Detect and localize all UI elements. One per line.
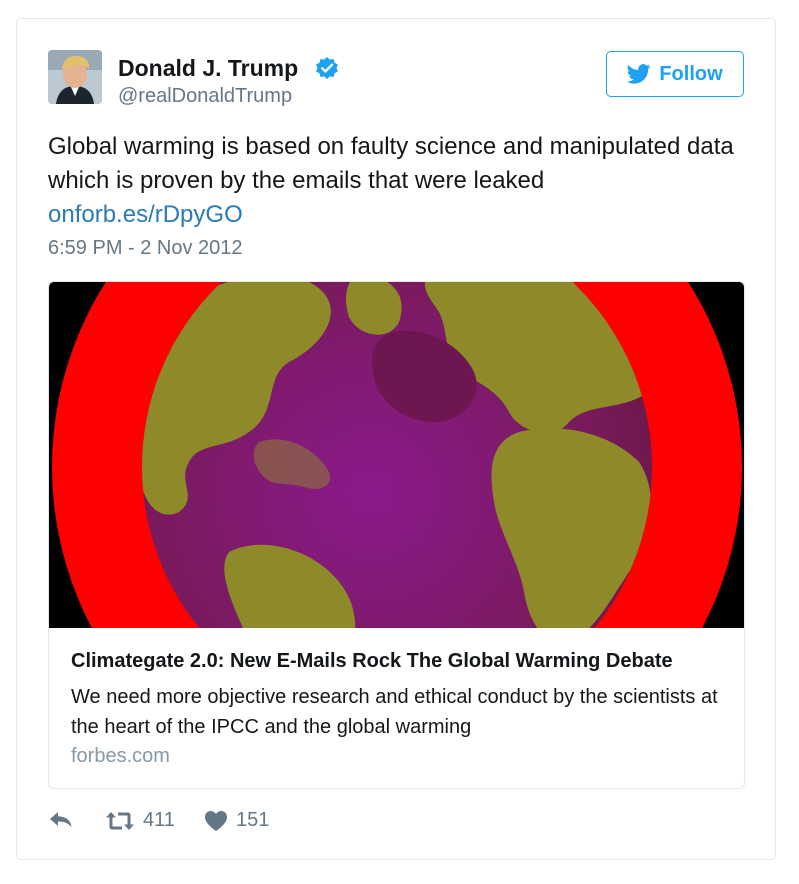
verified-badge-icon: [316, 57, 338, 79]
heart-icon: [205, 810, 227, 831]
user-handle[interactable]: @realDonaldTrump: [118, 85, 292, 108]
retweet-count: 411: [143, 809, 175, 831]
link-preview-card[interactable]: Climategate 2.0: New E-Mails Rock The Gl…: [48, 281, 745, 789]
display-name[interactable]: Donald J. Trump: [118, 55, 298, 82]
avatar[interactable]: [48, 50, 102, 104]
reply-button[interactable]: [48, 809, 74, 829]
retweet-icon: [106, 811, 134, 830]
card-domain: forbes.com: [71, 745, 170, 767]
card-title: Climategate 2.0: New E-Mails Rock The Gl…: [71, 650, 673, 672]
tweet-card: Donald J. Trump @realDonaldTrump Follow …: [16, 18, 776, 860]
card-description: We need more objective research and ethi…: [71, 686, 718, 738]
tweet-text: Global warming is based on faulty scienc…: [48, 130, 763, 232]
card-image: [49, 282, 744, 628]
twitter-bird-icon: [627, 64, 651, 84]
reply-icon: [50, 812, 72, 827]
tweet-timestamp[interactable]: 6:59 PM - 2 Nov 2012: [48, 237, 243, 260]
like-count: 151: [236, 809, 270, 831]
tweet-link[interactable]: onforb.es/rDpyGO: [48, 201, 243, 228]
like-button[interactable]: 151: [204, 809, 269, 832]
tweet-body: Global warming is based on faulty scienc…: [48, 133, 734, 194]
retweet-button[interactable]: 411: [105, 809, 175, 832]
follow-button[interactable]: Follow: [606, 51, 744, 97]
follow-label: Follow: [659, 62, 723, 85]
